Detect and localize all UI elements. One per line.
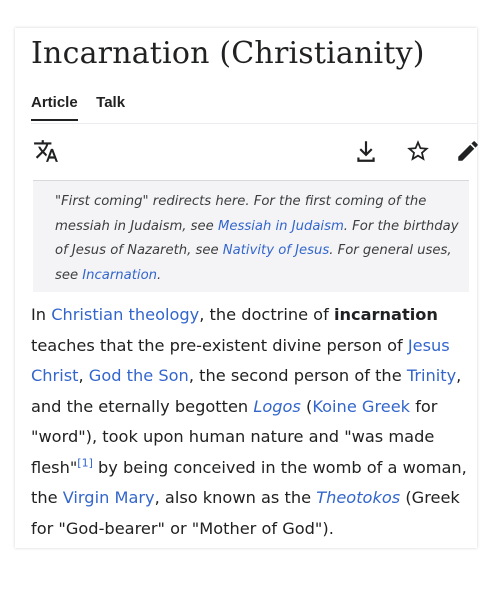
link-incarnation[interactable]: Incarnation [82,268,157,283]
link-virgin-mary[interactable]: Virgin Mary [63,488,155,507]
article-card: Incarnation (Christianity) Article Talk … [15,28,478,548]
link-theotokos[interactable]: Theotokos [316,488,400,507]
body-text: teaches that the pre-existent divine per… [31,335,408,355]
page-tabs: Article Talk [31,94,461,124]
bold-term-incarnation: incarnation [333,305,438,324]
star-icon[interactable] [405,138,431,164]
hatnote-text: . [157,267,162,283]
download-icon[interactable] [353,138,379,164]
reference-1[interactable]: [1] [77,456,93,469]
page-title: Incarnation (Christianity) [31,36,425,71]
body-text: In [31,305,52,324]
lead-paragraph: In Christian theology, the doctrine of i… [31,300,471,544]
link-logos[interactable]: Logos [253,397,301,416]
hatnote: "First coming" redirects here. For the f… [33,180,469,292]
link-nativity-of-jesus[interactable]: Nativity of Jesus [223,243,329,258]
body-text: , the doctrine of [199,305,334,324]
tab-divider [31,123,477,124]
translate-icon[interactable] [33,138,59,164]
tab-talk[interactable]: Talk [96,94,125,119]
edit-pencil-icon[interactable] [455,138,481,164]
link-messiah-in-judaism[interactable]: Messiah in Judaism [218,219,344,234]
tab-article[interactable]: Article [31,94,78,121]
body-text: , the second person of the [188,366,407,385]
body-text: ( [300,396,313,416]
link-christian-theology[interactable]: Christian theology [51,305,199,324]
page-toolbar [33,138,478,168]
body-text: , [78,366,89,385]
link-koine-greek[interactable]: Koine Greek [312,397,410,416]
link-god-the-son[interactable]: God the Son [89,366,189,385]
link-trinity[interactable]: Trinity [407,366,456,385]
body-text: , also known as the [154,488,317,507]
